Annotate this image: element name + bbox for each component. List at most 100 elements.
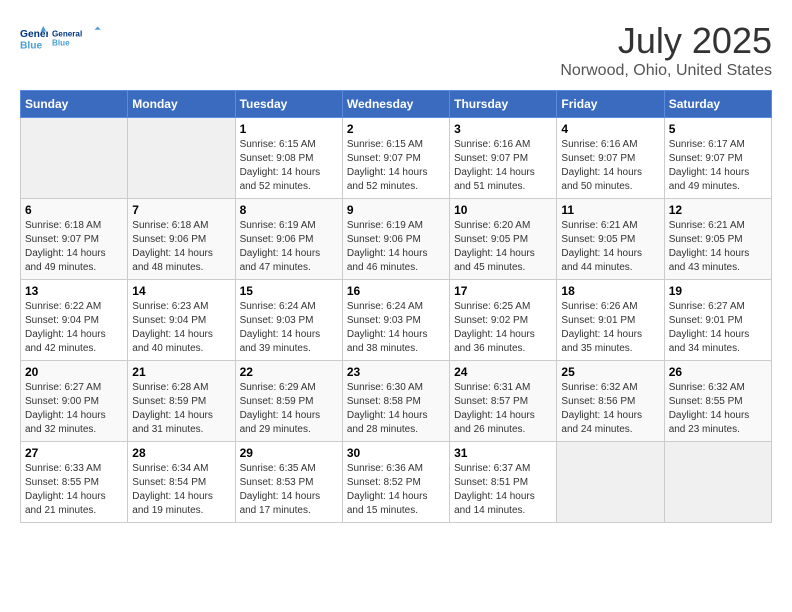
day-info: Sunrise: 6:26 AMSunset: 9:01 PMDaylight:… [561,300,659,356]
calendar-cell [128,118,235,199]
day-number: 18 [561,284,659,298]
day-info: Sunrise: 6:27 AMSunset: 9:01 PMDaylight:… [669,300,767,356]
calendar-cell: 26 Sunrise: 6:32 AMSunset: 8:55 PMDayligh… [664,361,771,442]
day-number: 31 [454,446,552,460]
calendar-cell: 2Sunrise: 6:15 AMSunset: 9:07 PMDaylight… [342,118,449,199]
day-info: Sunrise: 6:17 AMSunset: 9:07 PMDaylight:… [669,138,767,194]
day-number: 2 [347,122,445,136]
day-info: Sunrise: 6:22 AMSunset: 9:04 PMDaylight:… [25,300,123,356]
calendar-cell: 23Sunrise: 6:30 AMSunset: 8:58 PMDayligh… [342,361,449,442]
calendar-cell: 14Sunrise: 6:23 AMSunset: 9:04 PMDayligh… [128,280,235,361]
day-number: 3 [454,122,552,136]
calendar-cell: 28 Sunrise: 6:34 AMSunset: 8:54 PMDayligh… [128,442,235,523]
day-number: 12 [669,203,767,217]
day-info: Sunrise: 6:28 AMSunset: 8:59 PMDaylight:… [132,381,230,437]
day-number: 16 [347,284,445,298]
day-number: 5 [669,122,767,136]
calendar-cell: 17Sunrise: 6:25 AMSunset: 9:02 PMDayligh… [450,280,557,361]
day-info: Sunrise: 6:16 AMSunset: 9:07 PMDaylight:… [454,138,552,194]
calendar-cell: 19Sunrise: 6:27 AMSunset: 9:01 PMDayligh… [664,280,771,361]
day-info: Sunrise: 6:34 AMSunset: 8:54 PMDaylight:… [132,462,230,518]
calendar-cell: 4Sunrise: 6:16 AMSunset: 9:07 PMDaylight… [557,118,664,199]
day-number: 29 [240,446,338,460]
day-info: Sunrise: 6:23 AMSunset: 9:04 PMDaylight:… [132,300,230,356]
day-info: Sunrise: 6:35 AMSunset: 8:53 PMDaylight:… [240,462,338,518]
day-info: Sunrise: 6:36 AMSunset: 8:52 PMDaylight:… [347,462,445,518]
calendar-cell: 1Sunrise: 6:15 AMSunset: 9:08 PMDaylight… [235,118,342,199]
day-info: Sunrise: 6:18 AMSunset: 9:07 PMDaylight:… [25,219,123,275]
day-number: 20 [25,365,123,379]
calendar-week-3: 13 Sunrise: 6:22 AMSunset: 9:04 PMDayligh… [21,280,772,361]
calendar-cell [664,442,771,523]
column-header-sunday: Sunday [21,91,128,118]
day-number: 13 [25,284,123,298]
day-number: 26 [669,365,767,379]
day-info: Sunrise: 6:27 AMSunset: 9:00 PMDaylight:… [25,381,123,437]
calendar-cell: 3 Sunrise: 6:16 AMSunset: 9:07 PMDaylight… [450,118,557,199]
day-number: 27 [25,446,123,460]
calendar-cell: 30Sunrise: 6:36 AMSunset: 8:52 PMDayligh… [342,442,449,523]
calendar-cell: 22Sunrise: 6:29 AMSunset: 8:59 PMDayligh… [235,361,342,442]
day-number: 6 [25,203,123,217]
day-info: Sunrise: 6:19 AMSunset: 9:06 PMDaylight:… [347,219,445,275]
column-header-thursday: Thursday [450,91,557,118]
day-number: 15 [240,284,338,298]
day-number: 21 [132,365,230,379]
title-block: July 2025 Norwood, Ohio, United States [560,20,772,80]
calendar-body: 1Sunrise: 6:15 AMSunset: 9:08 PMDaylight… [21,118,772,523]
calendar-table: SundayMondayTuesdayWednesdayThursdayFrid… [20,90,772,523]
calendar-cell: 7 Sunrise: 6:18 AMSunset: 9:06 PMDaylight… [128,199,235,280]
calendar-cell: 31 Sunrise: 6:37 AMSunset: 8:51 PMDayligh… [450,442,557,523]
day-number: 10 [454,203,552,217]
calendar-cell: 27 Sunrise: 6:33 AMSunset: 8:55 PMDayligh… [21,442,128,523]
day-info: Sunrise: 6:30 AMSunset: 8:58 PMDaylight:… [347,381,445,437]
calendar-week-2: 6 Sunrise: 6:18 AMSunset: 9:07 PMDaylight… [21,199,772,280]
calendar-cell [557,442,664,523]
day-info: Sunrise: 6:21 AMSunset: 9:05 PMDaylight:… [561,219,659,275]
day-info: Sunrise: 6:37 AMSunset: 8:51 PMDaylight:… [454,462,552,518]
calendar-cell: 29 Sunrise: 6:35 AMSunset: 8:53 PMDayligh… [235,442,342,523]
calendar-cell: 13 Sunrise: 6:22 AMSunset: 9:04 PMDayligh… [21,280,128,361]
calendar-cell: 12Sunrise: 6:21 AMSunset: 9:05 PMDayligh… [664,199,771,280]
column-header-wednesday: Wednesday [342,91,449,118]
calendar-cell: 16 Sunrise: 6:24 AMSunset: 9:03 PMDayligh… [342,280,449,361]
calendar-week-1: 1Sunrise: 6:15 AMSunset: 9:08 PMDaylight… [21,118,772,199]
calendar-header-row: SundayMondayTuesdayWednesdayThursdayFrid… [21,91,772,118]
calendar-cell: 9 Sunrise: 6:19 AMSunset: 9:06 PMDaylight… [342,199,449,280]
column-header-saturday: Saturday [664,91,771,118]
logo-icon: General Blue [20,24,48,52]
day-number: 7 [132,203,230,217]
calendar-cell [21,118,128,199]
calendar-cell: 5 Sunrise: 6:17 AMSunset: 9:07 PMDaylight… [664,118,771,199]
svg-text:General: General [52,30,82,39]
day-info: Sunrise: 6:33 AMSunset: 8:55 PMDaylight:… [25,462,123,518]
calendar-cell: 25Sunrise: 6:32 AMSunset: 8:56 PMDayligh… [557,361,664,442]
calendar-cell: 11 Sunrise: 6:21 AMSunset: 9:05 PMDayligh… [557,199,664,280]
day-number: 24 [454,365,552,379]
calendar-cell: 21 Sunrise: 6:28 AMSunset: 8:59 PMDayligh… [128,361,235,442]
calendar-cell: 20 Sunrise: 6:27 AMSunset: 9:00 PMDayligh… [21,361,128,442]
day-number: 28 [132,446,230,460]
day-number: 1 [240,122,338,136]
day-info: Sunrise: 6:24 AMSunset: 9:03 PMDaylight:… [240,300,338,356]
svg-text:Blue: Blue [52,38,70,47]
day-info: Sunrise: 6:29 AMSunset: 8:59 PMDaylight:… [240,381,338,437]
calendar-cell: 8Sunrise: 6:19 AMSunset: 9:06 PMDaylight… [235,199,342,280]
page-header: General Blue General Blue July 2025 Norw… [20,20,772,80]
month-year: July 2025 [560,20,772,62]
day-info: Sunrise: 6:32 AMSunset: 8:55 PMDaylight:… [669,381,767,437]
day-number: 11 [561,203,659,217]
calendar-cell: 6 Sunrise: 6:18 AMSunset: 9:07 PMDaylight… [21,199,128,280]
day-info: Sunrise: 6:16 AMSunset: 9:07 PMDaylight:… [561,138,659,194]
calendar-cell: 24Sunrise: 6:31 AMSunset: 8:57 PMDayligh… [450,361,557,442]
day-number: 17 [454,284,552,298]
svg-text:Blue: Blue [20,40,43,51]
column-header-tuesday: Tuesday [235,91,342,118]
day-info: Sunrise: 6:32 AMSunset: 8:56 PMDaylight:… [561,381,659,437]
day-info: Sunrise: 6:24 AMSunset: 9:03 PMDaylight:… [347,300,445,356]
day-info: Sunrise: 6:19 AMSunset: 9:06 PMDaylight:… [240,219,338,275]
logo-graphic: General Blue [52,20,102,55]
calendar-cell: 18 Sunrise: 6:26 AMSunset: 9:01 PMDayligh… [557,280,664,361]
day-number: 9 [347,203,445,217]
day-info: Sunrise: 6:18 AMSunset: 9:06 PMDaylight:… [132,219,230,275]
